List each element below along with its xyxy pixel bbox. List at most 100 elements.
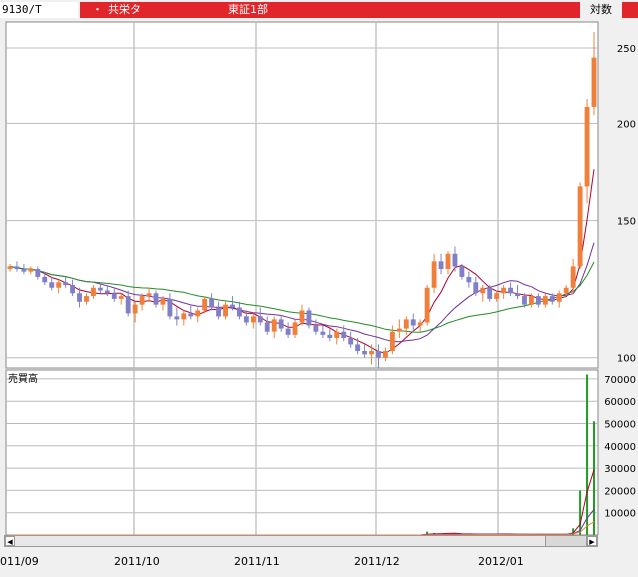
candle-body [334,331,340,339]
volume-panel-label: 売買高 [8,372,38,385]
candle-body [542,296,548,305]
candle-body [494,293,500,299]
candle-body [501,287,507,294]
stock-name: 共栄タ [108,3,141,16]
volume-tick-label: 30000 [604,464,636,475]
chart-scrollbar[interactable]: ◀ ▶ [4,535,598,547]
candle-body [111,293,117,299]
scroll-right-button[interactable]: ▶ [587,536,597,546]
candle-body [160,298,166,305]
candle-body [341,331,347,339]
candle-body [445,253,451,270]
candle-body [146,293,152,297]
candle-body [417,322,423,326]
candle-body [21,269,27,272]
volume-tick-label: 40000 [604,442,636,453]
volume-tick-label: 60000 [604,397,636,408]
candle-body [35,269,41,277]
candle-body [563,287,569,294]
volume-tick-label: 50000 [604,420,636,431]
x-axis-label: 2011/11 [234,555,280,568]
scale-indicator[interactable] [622,2,638,18]
candle-body [362,351,368,355]
candle-body [14,266,20,270]
candle-body [28,269,34,272]
volume-tick-label: 70000 [604,375,636,386]
candle-body [382,351,388,358]
candle-body [459,266,465,277]
candle-body [195,310,201,317]
candle-body [528,296,534,305]
candle-body [473,282,479,294]
candle-body [223,304,228,317]
market-name: 東証1部 [228,3,268,16]
candle-body [271,319,277,332]
candle-body [104,290,110,294]
price-tick-label: 100 [617,354,636,365]
x-axis-label: 2012/01 [478,555,524,568]
header: 9130/T ・ 共栄タ 東証1部 対数 [0,0,638,20]
candle-body [556,293,562,302]
price-tick-label: 150 [617,217,636,228]
candle-body [369,351,374,355]
volume-panel [5,369,599,535]
stock-info-bar: ・ 共栄タ 東証1部 [80,2,580,18]
x-axis-label: 2011/12 [354,555,400,568]
candle-body [292,322,298,335]
volume-tick-label: 20000 [604,486,636,497]
candle-body [125,296,131,314]
x-axis-label: 2011/10 [114,555,160,568]
candle-body [515,293,520,297]
bullet-icon: ・ [92,3,103,16]
candle-body [577,186,583,267]
candle-body [549,296,555,302]
candle-body [396,328,402,332]
candle-body [466,276,472,283]
candle-body [348,338,354,345]
candle-body [84,296,89,302]
candle-body [56,282,62,288]
stock-code: 9130/T [0,2,78,18]
candle-body [153,293,159,305]
candle-body [376,351,381,358]
scale-toggle[interactable]: 対数 [590,2,612,18]
candle-body [90,287,96,297]
scroll-left-button[interactable]: ◀ [5,536,15,546]
candle-body [389,331,395,352]
candle-body [313,325,319,332]
candle-body [202,298,208,311]
candle-body [438,261,444,270]
candle-body [299,310,305,323]
candle-body [535,296,541,305]
candle-body [584,106,590,187]
price-tick-label: 250 [617,44,636,55]
candle-body [355,344,361,352]
candle-body [591,57,597,107]
candle-body [132,304,138,314]
candle-body [42,276,48,283]
candle-body [97,287,103,291]
candle-body [167,298,173,317]
candle-body [216,307,222,317]
candle-body [118,296,124,299]
candle-body [139,296,145,305]
x-axis-label: 011/09 [0,555,39,568]
candle-body [236,307,242,317]
candle-body [410,319,416,326]
scroll-thumb[interactable] [545,536,587,546]
candle-body [403,319,409,329]
candle-body [49,282,55,288]
candle-body [181,313,187,320]
volume-tick-label: 10000 [604,509,636,520]
candle-body [63,282,69,286]
candle-body [70,285,76,294]
price-tick-label: 200 [617,119,636,130]
candle-body [285,328,291,335]
candle-body [278,319,284,329]
candle-body [487,287,493,299]
candle-body [230,304,235,308]
candle-body [452,253,458,267]
candle-body [320,331,326,335]
candle-body [188,313,194,317]
candle-body [7,266,13,270]
